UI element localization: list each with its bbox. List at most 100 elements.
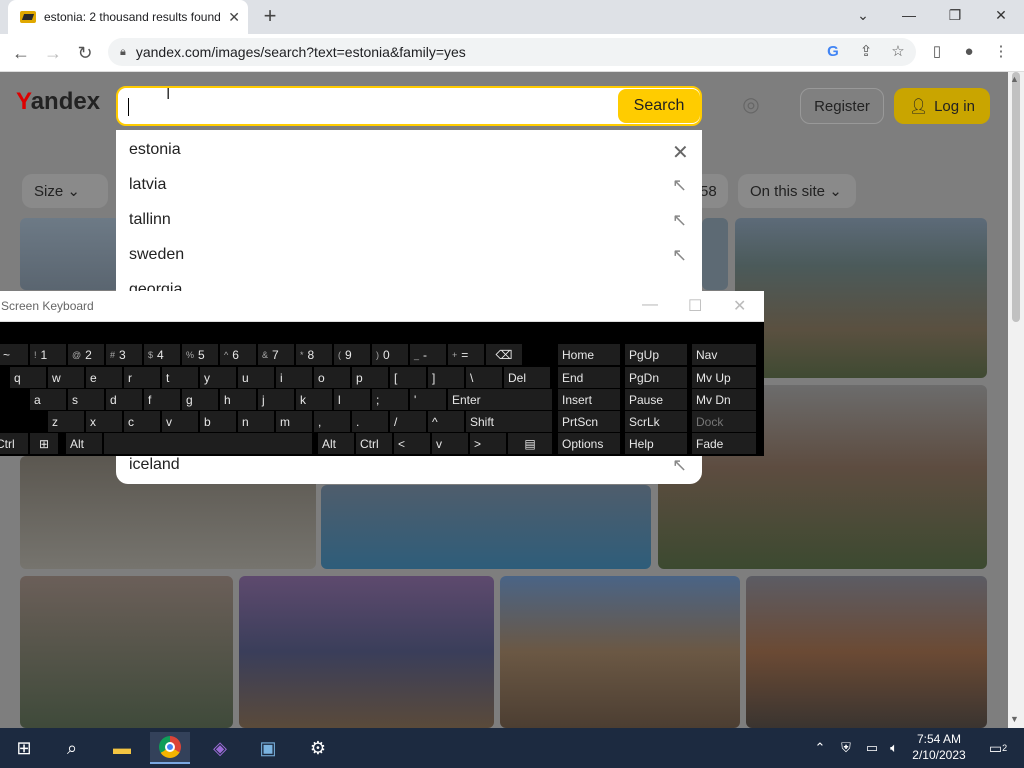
- osk-key[interactable]: h: [220, 389, 256, 410]
- osk-nav-key[interactable]: PgUp: [625, 344, 687, 365]
- insert-suggestion-arrow-icon[interactable]: ↖: [672, 210, 687, 231]
- osk-key[interactable]: e: [86, 367, 122, 388]
- osk-key[interactable]: Shift: [466, 411, 552, 432]
- osk-key[interactable]: _ -: [410, 344, 446, 365]
- image-result[interactable]: [239, 576, 494, 728]
- osk-key[interactable]: ⌫: [486, 344, 522, 365]
- osk-key[interactable]: k: [296, 389, 332, 410]
- osk-key[interactable]: c: [124, 411, 160, 432]
- yandex-logo[interactable]: Yandex: [16, 88, 100, 116]
- osk-right-arrow[interactable]: >: [470, 433, 506, 454]
- volume-icon[interactable]: 🔈︎: [882, 732, 906, 764]
- osk-key[interactable]: v: [162, 411, 198, 432]
- restore-button[interactable]: ❐: [932, 0, 978, 30]
- osk-nav-key[interactable]: Options: [558, 433, 620, 454]
- browser-tab[interactable]: estonia: 2 thousand results found ✕: [8, 0, 248, 34]
- scrollbar[interactable]: [1008, 72, 1024, 728]
- osk-key[interactable]: #3: [106, 344, 142, 365]
- osk-key-ctrl[interactable]: Ctrl: [0, 433, 28, 454]
- osk-key[interactable]: Del: [504, 367, 550, 388]
- profile-icon[interactable]: ●: [958, 41, 980, 63]
- menu-kebab-icon[interactable]: ⋮: [990, 41, 1012, 63]
- chevron-up-icon[interactable]: ⌃: [808, 732, 832, 764]
- osk-key[interactable]: Enter: [448, 389, 552, 410]
- osk-key[interactable]: $4: [144, 344, 180, 365]
- osk-spacebar[interactable]: [104, 433, 312, 454]
- osk-key[interactable]: % 5: [182, 344, 218, 365]
- image-result[interactable]: [321, 485, 651, 569]
- back-arrow-icon[interactable]: ←: [8, 40, 34, 66]
- image-result[interactable]: [20, 218, 120, 290]
- close-window-button[interactable]: ✕: [978, 0, 1024, 30]
- security-icon[interactable]: ⛨: [834, 732, 858, 764]
- file-explorer-icon[interactable]: ▬: [102, 732, 142, 764]
- chrome-icon[interactable]: [150, 732, 190, 764]
- osk-key[interactable]: x: [86, 411, 122, 432]
- suggestion-item[interactable]: tallinn: [129, 211, 171, 229]
- osk-key[interactable]: z: [48, 411, 84, 432]
- osk-key[interactable]: /: [390, 411, 426, 432]
- image-result[interactable]: [746, 576, 987, 728]
- remove-suggestion-icon[interactable]: ✕: [672, 140, 689, 165]
- osk-key[interactable]: + =: [448, 344, 484, 365]
- clock[interactable]: 7:54 AM 2/10/2023: [904, 731, 974, 763]
- share-icon[interactable]: ⇪: [855, 41, 877, 63]
- osk-key[interactable]: b: [200, 411, 236, 432]
- osk-nav-key[interactable]: Dock: [692, 411, 756, 432]
- osk-key[interactable]: * 8: [296, 344, 332, 365]
- osk-nav-key[interactable]: Insert: [558, 389, 620, 410]
- scroll-up-icon[interactable]: ▲: [1010, 74, 1019, 84]
- scroll-down-icon[interactable]: ▼: [1010, 714, 1019, 724]
- osk-key-alt[interactable]: Alt: [66, 433, 102, 454]
- reload-icon[interactable]: ↻: [72, 40, 98, 66]
- search-button[interactable]: Search: [618, 89, 700, 123]
- size-filter[interactable]: Size ⌄: [22, 174, 108, 208]
- address-bar[interactable]: 🔒︎ yandex.com/images/search?text=estonia…: [108, 38, 916, 66]
- osk-key[interactable]: y: [200, 367, 236, 388]
- osk-key-alt[interactable]: Alt: [318, 433, 354, 454]
- osk-key[interactable]: t: [162, 367, 198, 388]
- remote-desktop-icon[interactable]: ▣: [248, 732, 288, 764]
- osk-nav-key[interactable]: Help: [625, 433, 687, 454]
- network-icon[interactable]: ▭: [860, 732, 884, 764]
- forward-arrow-icon[interactable]: →: [40, 40, 66, 66]
- image-result[interactable]: [735, 218, 987, 378]
- osk-minimize-button[interactable]: —: [642, 296, 658, 314]
- tab-search-icon[interactable]: ⌄: [840, 0, 886, 30]
- osk-key[interactable]: ]: [428, 367, 464, 388]
- windows-start-icon[interactable]: ⊞: [4, 732, 44, 764]
- search-input[interactable]: [116, 86, 702, 126]
- minimize-button[interactable]: —: [886, 0, 932, 30]
- notifications-icon[interactable]: ▭ 2: [978, 732, 1018, 764]
- image-result[interactable]: [500, 576, 740, 728]
- osk-key[interactable]: u: [238, 367, 274, 388]
- osk-down-arrow[interactable]: v: [432, 433, 468, 454]
- osk-key-ctrl[interactable]: Ctrl: [356, 433, 392, 454]
- osk-key[interactable]: s: [68, 389, 104, 410]
- osk-key[interactable]: ;: [372, 389, 408, 410]
- osk-nav-key[interactable]: ScrLk: [625, 411, 687, 432]
- tab-close-icon[interactable]: ✕: [228, 9, 240, 26]
- visual-studio-icon[interactable]: ◈: [200, 732, 240, 764]
- osk-key[interactable]: p: [352, 367, 388, 388]
- osk-menu-icon[interactable]: ▤: [508, 433, 552, 454]
- osk-key[interactable]: g: [182, 389, 218, 410]
- osk-close-button[interactable]: ✕: [733, 296, 746, 316]
- image-result[interactable]: [20, 576, 233, 728]
- bookmark-star-icon[interactable]: ☆: [887, 41, 909, 63]
- osk-left-arrow[interactable]: <: [394, 433, 430, 454]
- osk-key[interactable]: a: [30, 389, 66, 410]
- settings-gear-icon[interactable]: ⚙: [298, 732, 338, 764]
- osk-key[interactable]: @2: [68, 344, 104, 365]
- suggestion-item[interactable]: latvia: [129, 176, 166, 194]
- osk-nav-key[interactable]: Mv Dn: [692, 389, 756, 410]
- insert-suggestion-arrow-icon[interactable]: ↖: [672, 455, 687, 476]
- osk-nav-key[interactable]: PrtScn: [558, 411, 620, 432]
- osk-key[interactable]: .: [352, 411, 388, 432]
- search-icon[interactable]: ⌕: [52, 732, 92, 764]
- osk-nav-key[interactable]: PgDn: [625, 367, 687, 388]
- side-panel-icon[interactable]: ▯: [926, 41, 948, 63]
- osk-nav-key[interactable]: Pause: [625, 389, 687, 410]
- osk-windows-icon[interactable]: ⊞: [30, 433, 58, 454]
- google-icon[interactable]: G: [822, 41, 844, 63]
